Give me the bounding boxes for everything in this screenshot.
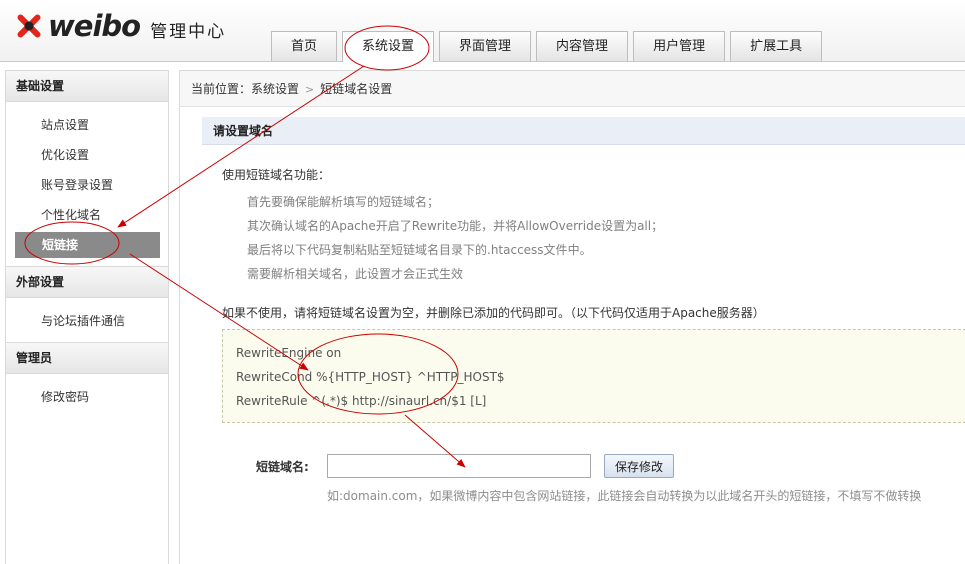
code-line: RewriteEngine on — [236, 346, 342, 360]
instruction-step: 需要解析相关域名，此设置才会正式生效 — [247, 267, 464, 281]
code-line: RewriteCond %{HTTP_HOST} ^HTTP_HOST$ — [236, 370, 505, 384]
tab-extension-tools[interactable]: 扩展工具 — [730, 31, 823, 61]
short-domain-hint: 如:domain.com，如果微博内容中包含网站链接，此链接会自动转换为以此域名… — [327, 489, 922, 503]
logo-subtitle: 管理中心 — [150, 21, 227, 42]
sidebar: 基础设置 站点设置 优化设置 账号登录设置 个性化域名 短链接 外部设置 与论坛… — [5, 70, 169, 564]
sidebar-group-admin-title: 管理员 — [6, 342, 168, 374]
instruction-step: 最后将以下代码复制粘贴至短链域名目录下的.htaccess文件中。 — [247, 243, 592, 257]
tab-home[interactable]: 首页 — [271, 31, 338, 61]
code-block: RewriteEngine on RewriteCond %{HTTP_HOST… — [222, 329, 965, 423]
sidebar-item-site-settings[interactable]: 站点设置 — [14, 112, 160, 138]
top-header: weibo 管理中心 首页 系统设置 界面管理 内容管理 用户管理 扩展工具 — [0, 0, 965, 62]
save-button[interactable]: 保存修改 — [604, 454, 675, 478]
breadcrumb-prefix: 当前位置： — [191, 82, 252, 96]
sidebar-group-basic: 站点设置 优化设置 账号登录设置 个性化域名 短链接 — [6, 102, 168, 266]
code-line: RewriteRule ^(.*)$ http://sinaurl.cn/$1 … — [236, 394, 487, 408]
usage-title: 使用短链域名功能： — [222, 168, 331, 182]
sidebar-group-external-title: 外部设置 — [6, 266, 168, 298]
short-domain-input[interactable] — [327, 454, 591, 478]
sidebar-item-account-login[interactable]: 账号登录设置 — [14, 172, 160, 198]
instruction-step: 其次确认域名的Apache开启了Rewrite功能，并将AllowOverrid… — [247, 219, 664, 233]
breadcrumb-separator-icon: > — [305, 83, 315, 96]
logo[interactable]: weibo 管理中心 — [12, 8, 226, 44]
weibo-logo-icon — [17, 14, 41, 38]
breadcrumb-item-system-settings[interactable]: 系统设置 — [251, 82, 299, 96]
tab-content-management[interactable]: 内容管理 — [536, 31, 629, 61]
breadcrumb: 当前位置：系统设置 > 短链域名设置 — [180, 71, 965, 107]
sidebar-item-change-password[interactable]: 修改密码 — [14, 384, 160, 410]
sidebar-group-admin: 修改密码 — [6, 374, 168, 418]
disable-note: 如果不使用，请将短链域名设置为空，并删除已添加的代码即可。（以下代码仅适用于Ap… — [222, 306, 765, 320]
sidebar-item-optimization[interactable]: 优化设置 — [14, 142, 160, 168]
main-panel: 当前位置：系统设置 > 短链域名设置 请设置域名 使用短链域名功能： 首先要确保能解… — [179, 70, 965, 564]
sidebar-item-short-link[interactable]: 短链接 — [15, 232, 160, 258]
instruction-steps: 首先要确保能解析填写的短链域名； 其次确认域名的Apache开启了Rewrite… — [247, 192, 663, 288]
sidebar-item-forum-plugin[interactable]: 与论坛插件通信 — [14, 308, 160, 334]
short-domain-label: 短链域名: — [256, 460, 309, 474]
tab-user-management[interactable]: 用户管理 — [633, 31, 726, 61]
sidebar-item-custom-domain[interactable]: 个性化域名 — [14, 202, 160, 228]
logo-text: weibo — [48, 9, 141, 43]
tab-system-settings[interactable]: 系统设置 — [342, 31, 435, 62]
instruction-step: 首先要确保能解析填写的短链域名； — [247, 195, 440, 209]
breadcrumb-item-short-domain: 短链域名设置 — [320, 82, 393, 96]
main-nav: 首页 系统设置 界面管理 内容管理 用户管理 扩展工具 — [271, 31, 827, 62]
section-title: 请设置域名 — [202, 117, 965, 145]
sidebar-group-external: 与论坛插件通信 — [6, 298, 168, 342]
tab-interface-management[interactable]: 界面管理 — [439, 31, 532, 61]
sidebar-group-basic-title: 基础设置 — [6, 71, 168, 102]
